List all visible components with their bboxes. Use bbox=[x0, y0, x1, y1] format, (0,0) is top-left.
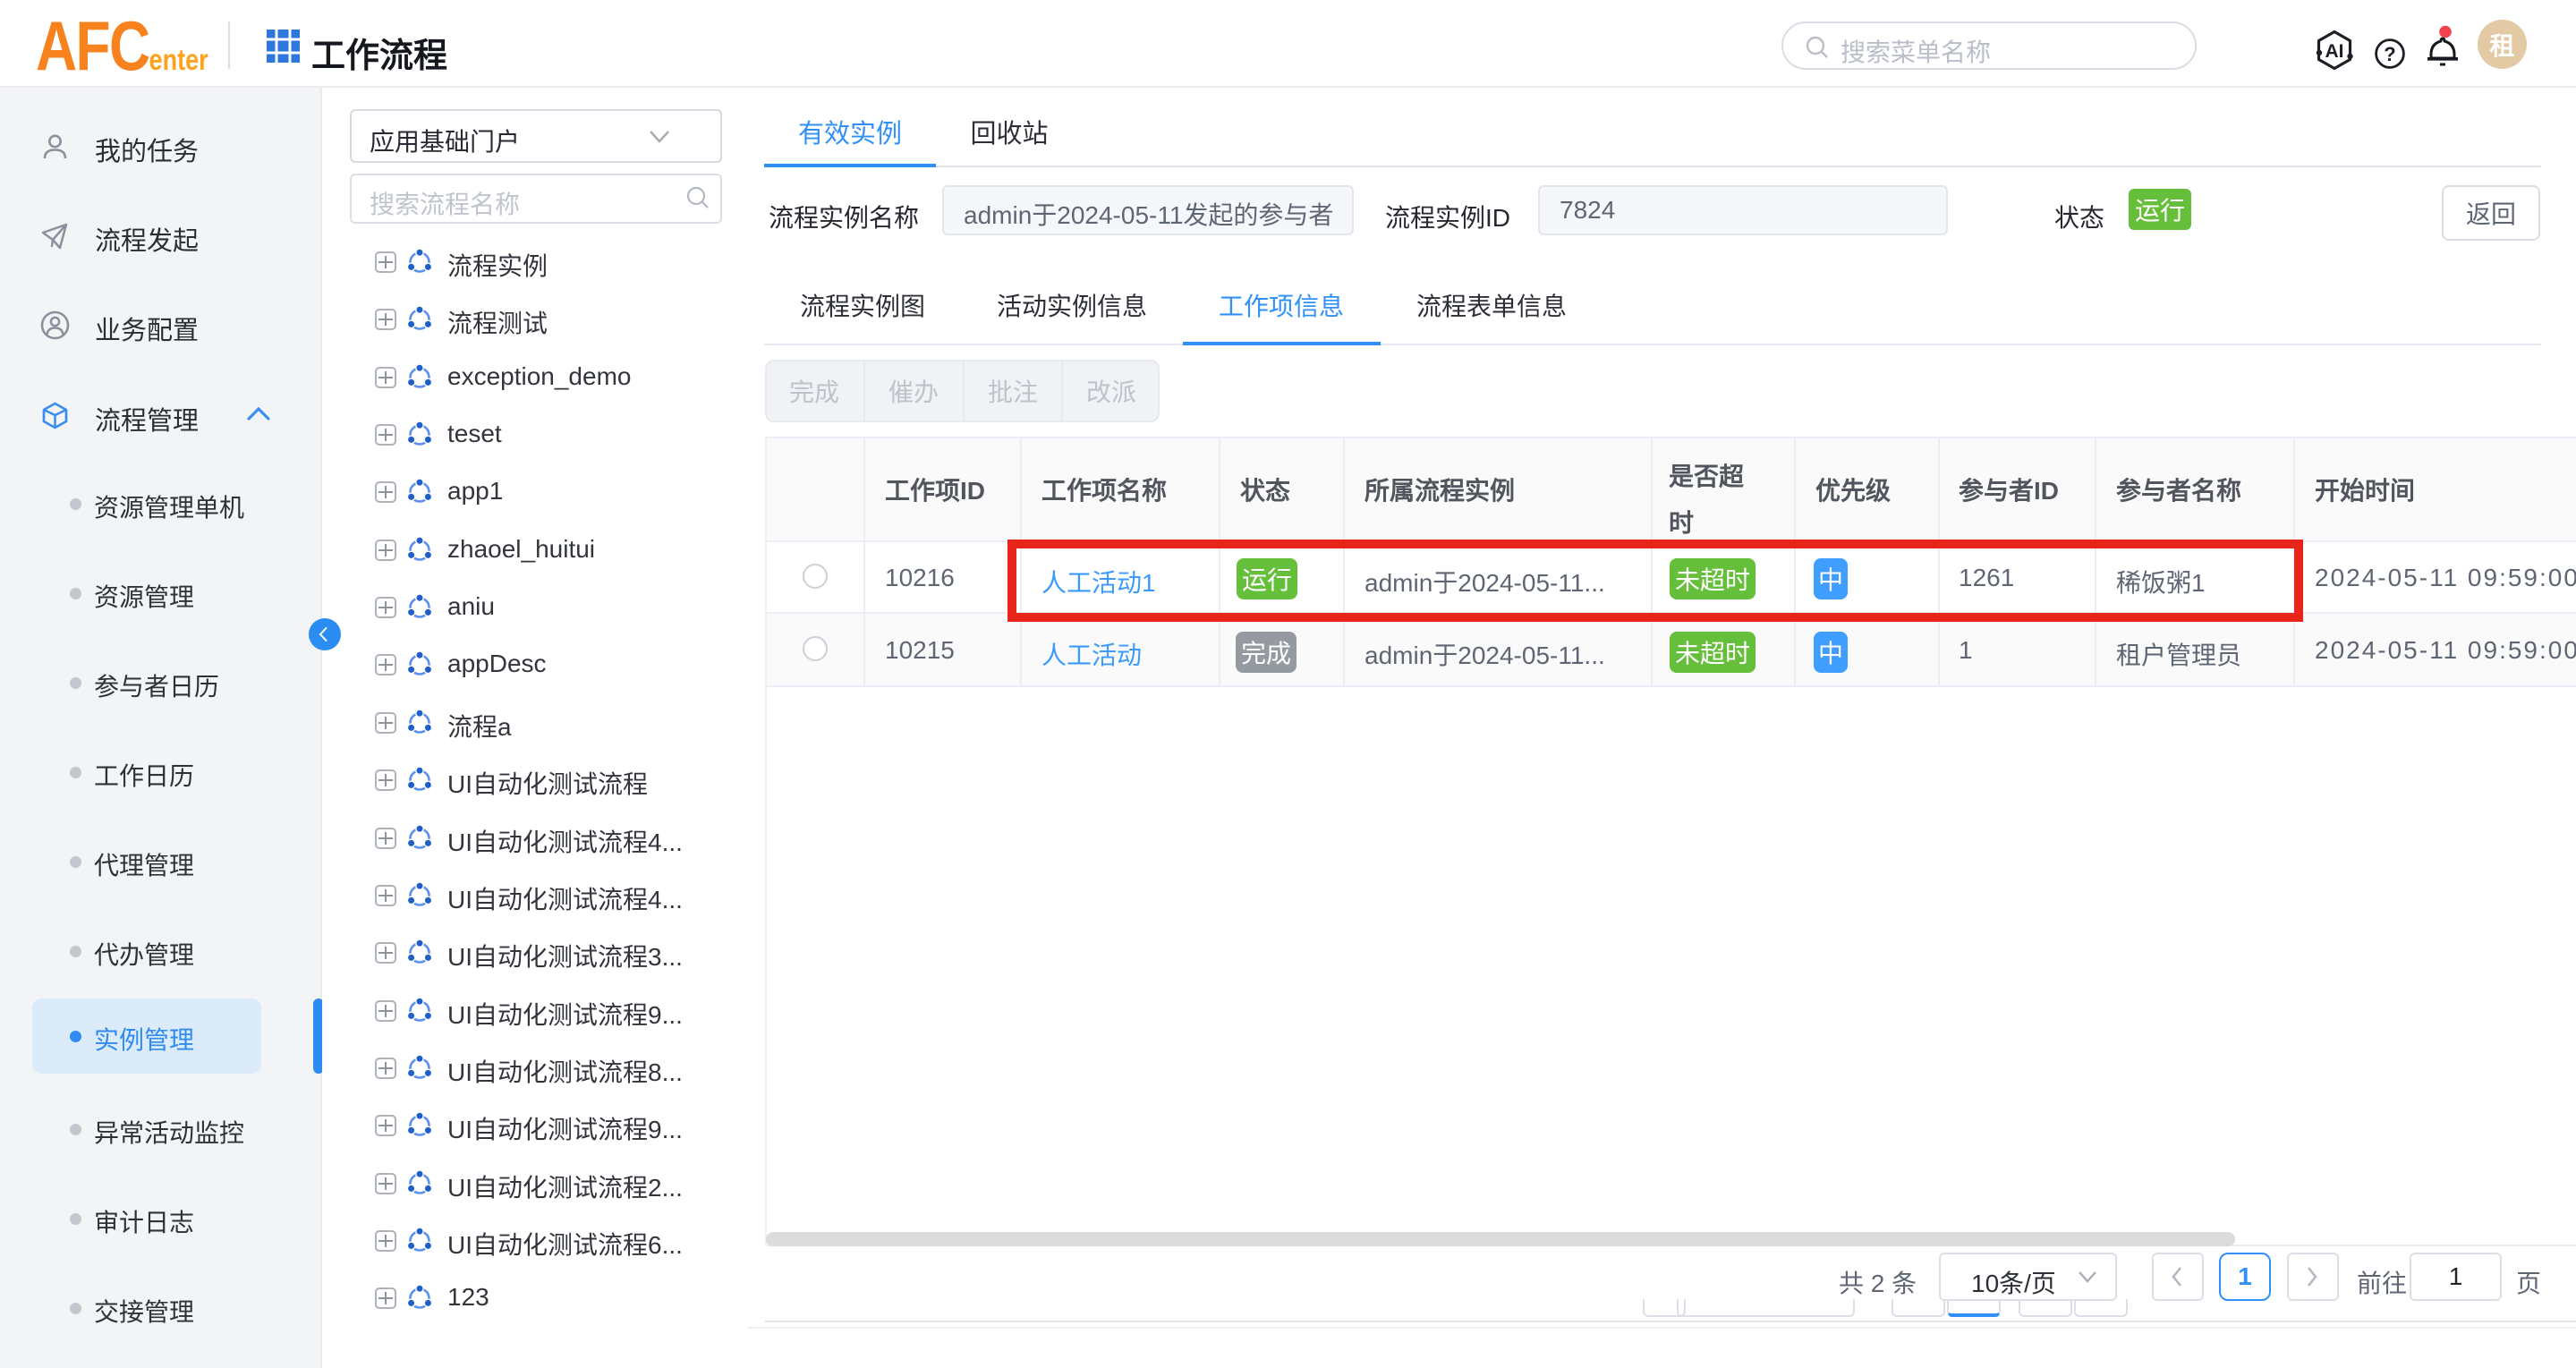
svg-text:AI: AI bbox=[2325, 41, 2344, 62]
svg-text:?: ? bbox=[2384, 43, 2395, 65]
